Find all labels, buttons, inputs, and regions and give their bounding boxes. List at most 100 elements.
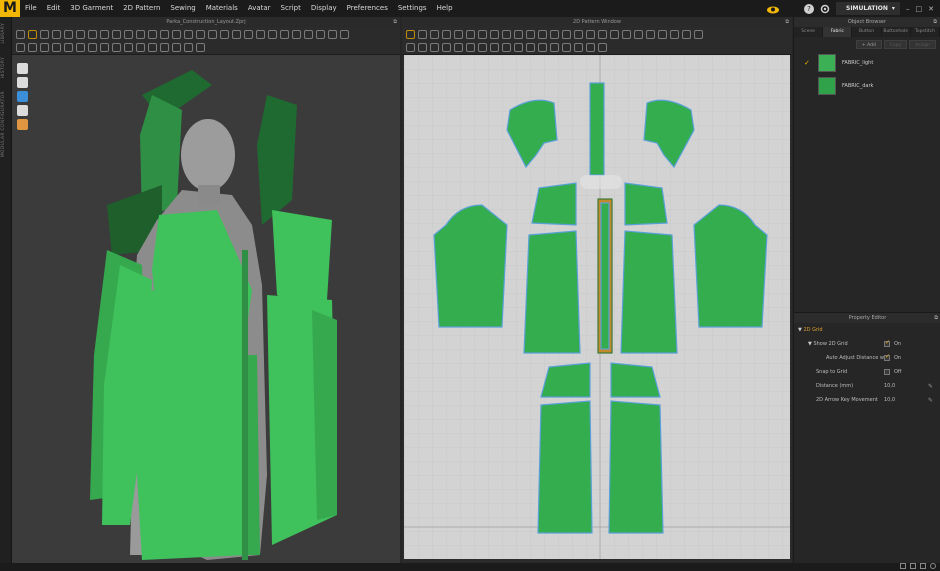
tuck-tool-icon[interactable] [100, 43, 109, 52]
polygon-icon[interactable] [454, 30, 463, 39]
rectangle-icon[interactable] [466, 30, 475, 39]
tab-button[interactable]: Button [852, 27, 882, 37]
offset-icon[interactable] [634, 30, 643, 39]
snap-tool-icon[interactable] [196, 43, 205, 52]
internal-rectangle-icon[interactable] [502, 30, 511, 39]
2d-pattern-canvas[interactable] [404, 55, 790, 559]
close-button[interactable]: ✕ [928, 5, 934, 13]
maximize-icon[interactable]: ⧉ [933, 17, 937, 27]
graphic-tool-icon[interactable] [196, 30, 205, 39]
grading-icon[interactable] [646, 30, 655, 39]
avatar-display-icon[interactable] [17, 77, 28, 88]
add-point-icon[interactable] [442, 30, 451, 39]
menu-settings[interactable]: Settings [393, 0, 432, 17]
maximize-icon[interactable]: ⧉ [934, 313, 938, 323]
avatar-pose-icon[interactable] [17, 119, 28, 130]
tack-icon[interactable] [490, 43, 499, 52]
pin-tool-icon[interactable] [52, 30, 61, 39]
check-sewing-icon[interactable] [586, 30, 595, 39]
pattern-texture-icon[interactable] [598, 30, 607, 39]
fabric-swatch[interactable] [818, 76, 836, 95]
texture-tool-icon[interactable] [184, 30, 193, 39]
pattern-yoke-left[interactable] [531, 182, 577, 226]
layout-single-icon[interactable] [900, 563, 906, 569]
tab-modular-configurator[interactable]: MODULAR CONFIGURATOR [1, 91, 6, 157]
trace-icon[interactable] [538, 30, 547, 39]
avatar-tool-icon[interactable] [16, 43, 25, 52]
camera-view-icon[interactable] [17, 91, 28, 102]
surface-tool-icon[interactable] [148, 43, 157, 52]
brush-tool-icon[interactable] [88, 30, 97, 39]
hide-tool-icon[interactable] [328, 30, 337, 39]
clone-icon[interactable] [562, 43, 571, 52]
menu-help[interactable]: Help [432, 0, 458, 17]
annotation-icon[interactable] [658, 30, 667, 39]
garment-front-left[interactable] [137, 345, 247, 560]
select-tool-icon[interactable] [16, 30, 25, 39]
internal-circle-icon[interactable] [514, 30, 523, 39]
edit-sewing-icon[interactable] [574, 30, 583, 39]
distance-input[interactable]: 10,0 [884, 383, 895, 389]
expand-triangle-icon[interactable]: ▼ [798, 327, 802, 333]
seam-allowance-icon[interactable] [418, 43, 427, 52]
tape-tool-icon[interactable] [76, 30, 85, 39]
grain-icon[interactable] [610, 30, 619, 39]
assign-fabric-button[interactable]: Assign [909, 39, 936, 49]
maximize-icon[interactable]: ⧉ [785, 17, 789, 27]
dart-icon[interactable] [526, 30, 535, 39]
menu-edit[interactable]: Edit [42, 0, 66, 17]
transform-pattern-icon[interactable] [406, 30, 415, 39]
show-grid-checkbox[interactable] [884, 339, 890, 347]
fold-arrangement-icon[interactable] [622, 30, 631, 39]
maximize-button[interactable]: □ [916, 5, 923, 13]
menu-3d-garment[interactable]: 3D Garment [65, 0, 118, 17]
mark-icon[interactable] [694, 30, 703, 39]
edit-pencil-icon[interactable]: ✎ [928, 397, 933, 404]
avatar-head[interactable] [181, 119, 235, 191]
garment-hood-piece-right[interactable] [257, 95, 297, 225]
zipper-icon[interactable] [454, 43, 463, 52]
morph-tool-icon[interactable] [172, 43, 181, 52]
tack-tool-icon[interactable] [316, 30, 325, 39]
arrow-movement-input[interactable]: 10,0 [884, 397, 895, 403]
seam-tool-icon[interactable] [184, 43, 193, 52]
menu-materials[interactable]: Materials [201, 0, 243, 17]
2d-pattern-viewport[interactable] [404, 55, 790, 559]
pattern-lower-right[interactable] [608, 400, 664, 534]
flip-icon[interactable] [574, 43, 583, 52]
pattern-lower-left[interactable] [537, 400, 593, 534]
symmetric-icon[interactable] [538, 43, 547, 52]
stitch-tool-icon[interactable] [172, 30, 181, 39]
pattern-pocket-right[interactable] [610, 362, 661, 398]
garment-collar-right[interactable] [272, 210, 332, 305]
help-icon[interactable]: ? [804, 3, 814, 14]
fabric-tool-icon[interactable] [220, 30, 229, 39]
trim-tool-icon[interactable] [52, 43, 61, 52]
notch-icon[interactable] [682, 30, 691, 39]
3d-scene[interactable] [12, 55, 400, 563]
garment-display-icon[interactable] [17, 63, 28, 74]
ruler-icon[interactable] [670, 30, 679, 39]
pattern-front-upper-right[interactable] [620, 230, 678, 354]
hardware-tool-icon[interactable] [64, 43, 73, 52]
layout-triple-icon[interactable] [920, 563, 926, 569]
copy-fabric-button[interactable]: Copy [883, 39, 908, 49]
garment-zipper[interactable] [242, 250, 248, 560]
piping-tool-icon[interactable] [112, 43, 121, 52]
tab-topstitch[interactable]: Topstitch [911, 27, 940, 37]
measure-tool-icon[interactable] [64, 30, 73, 39]
button-icon[interactable] [430, 43, 439, 52]
arrangement-tool-icon[interactable] [268, 30, 277, 39]
tab-history[interactable]: HISTORY [1, 57, 6, 79]
section-2d-grid[interactable]: ▼ 2D Grid [794, 323, 940, 337]
camera-tool-icon[interactable] [232, 30, 241, 39]
menu-file[interactable]: File [20, 0, 42, 17]
pose-tool-icon[interactable] [256, 30, 265, 39]
shrink-tool-icon[interactable] [112, 30, 121, 39]
unfold-icon[interactable] [550, 43, 559, 52]
edit-pencil-icon[interactable]: ✎ [928, 383, 933, 390]
expand-triangle-icon[interactable]: ▼ [808, 341, 812, 347]
ellipse-icon[interactable] [478, 30, 487, 39]
menu-script[interactable]: Script [276, 0, 306, 17]
fold-arrange-icon[interactable] [88, 43, 97, 52]
